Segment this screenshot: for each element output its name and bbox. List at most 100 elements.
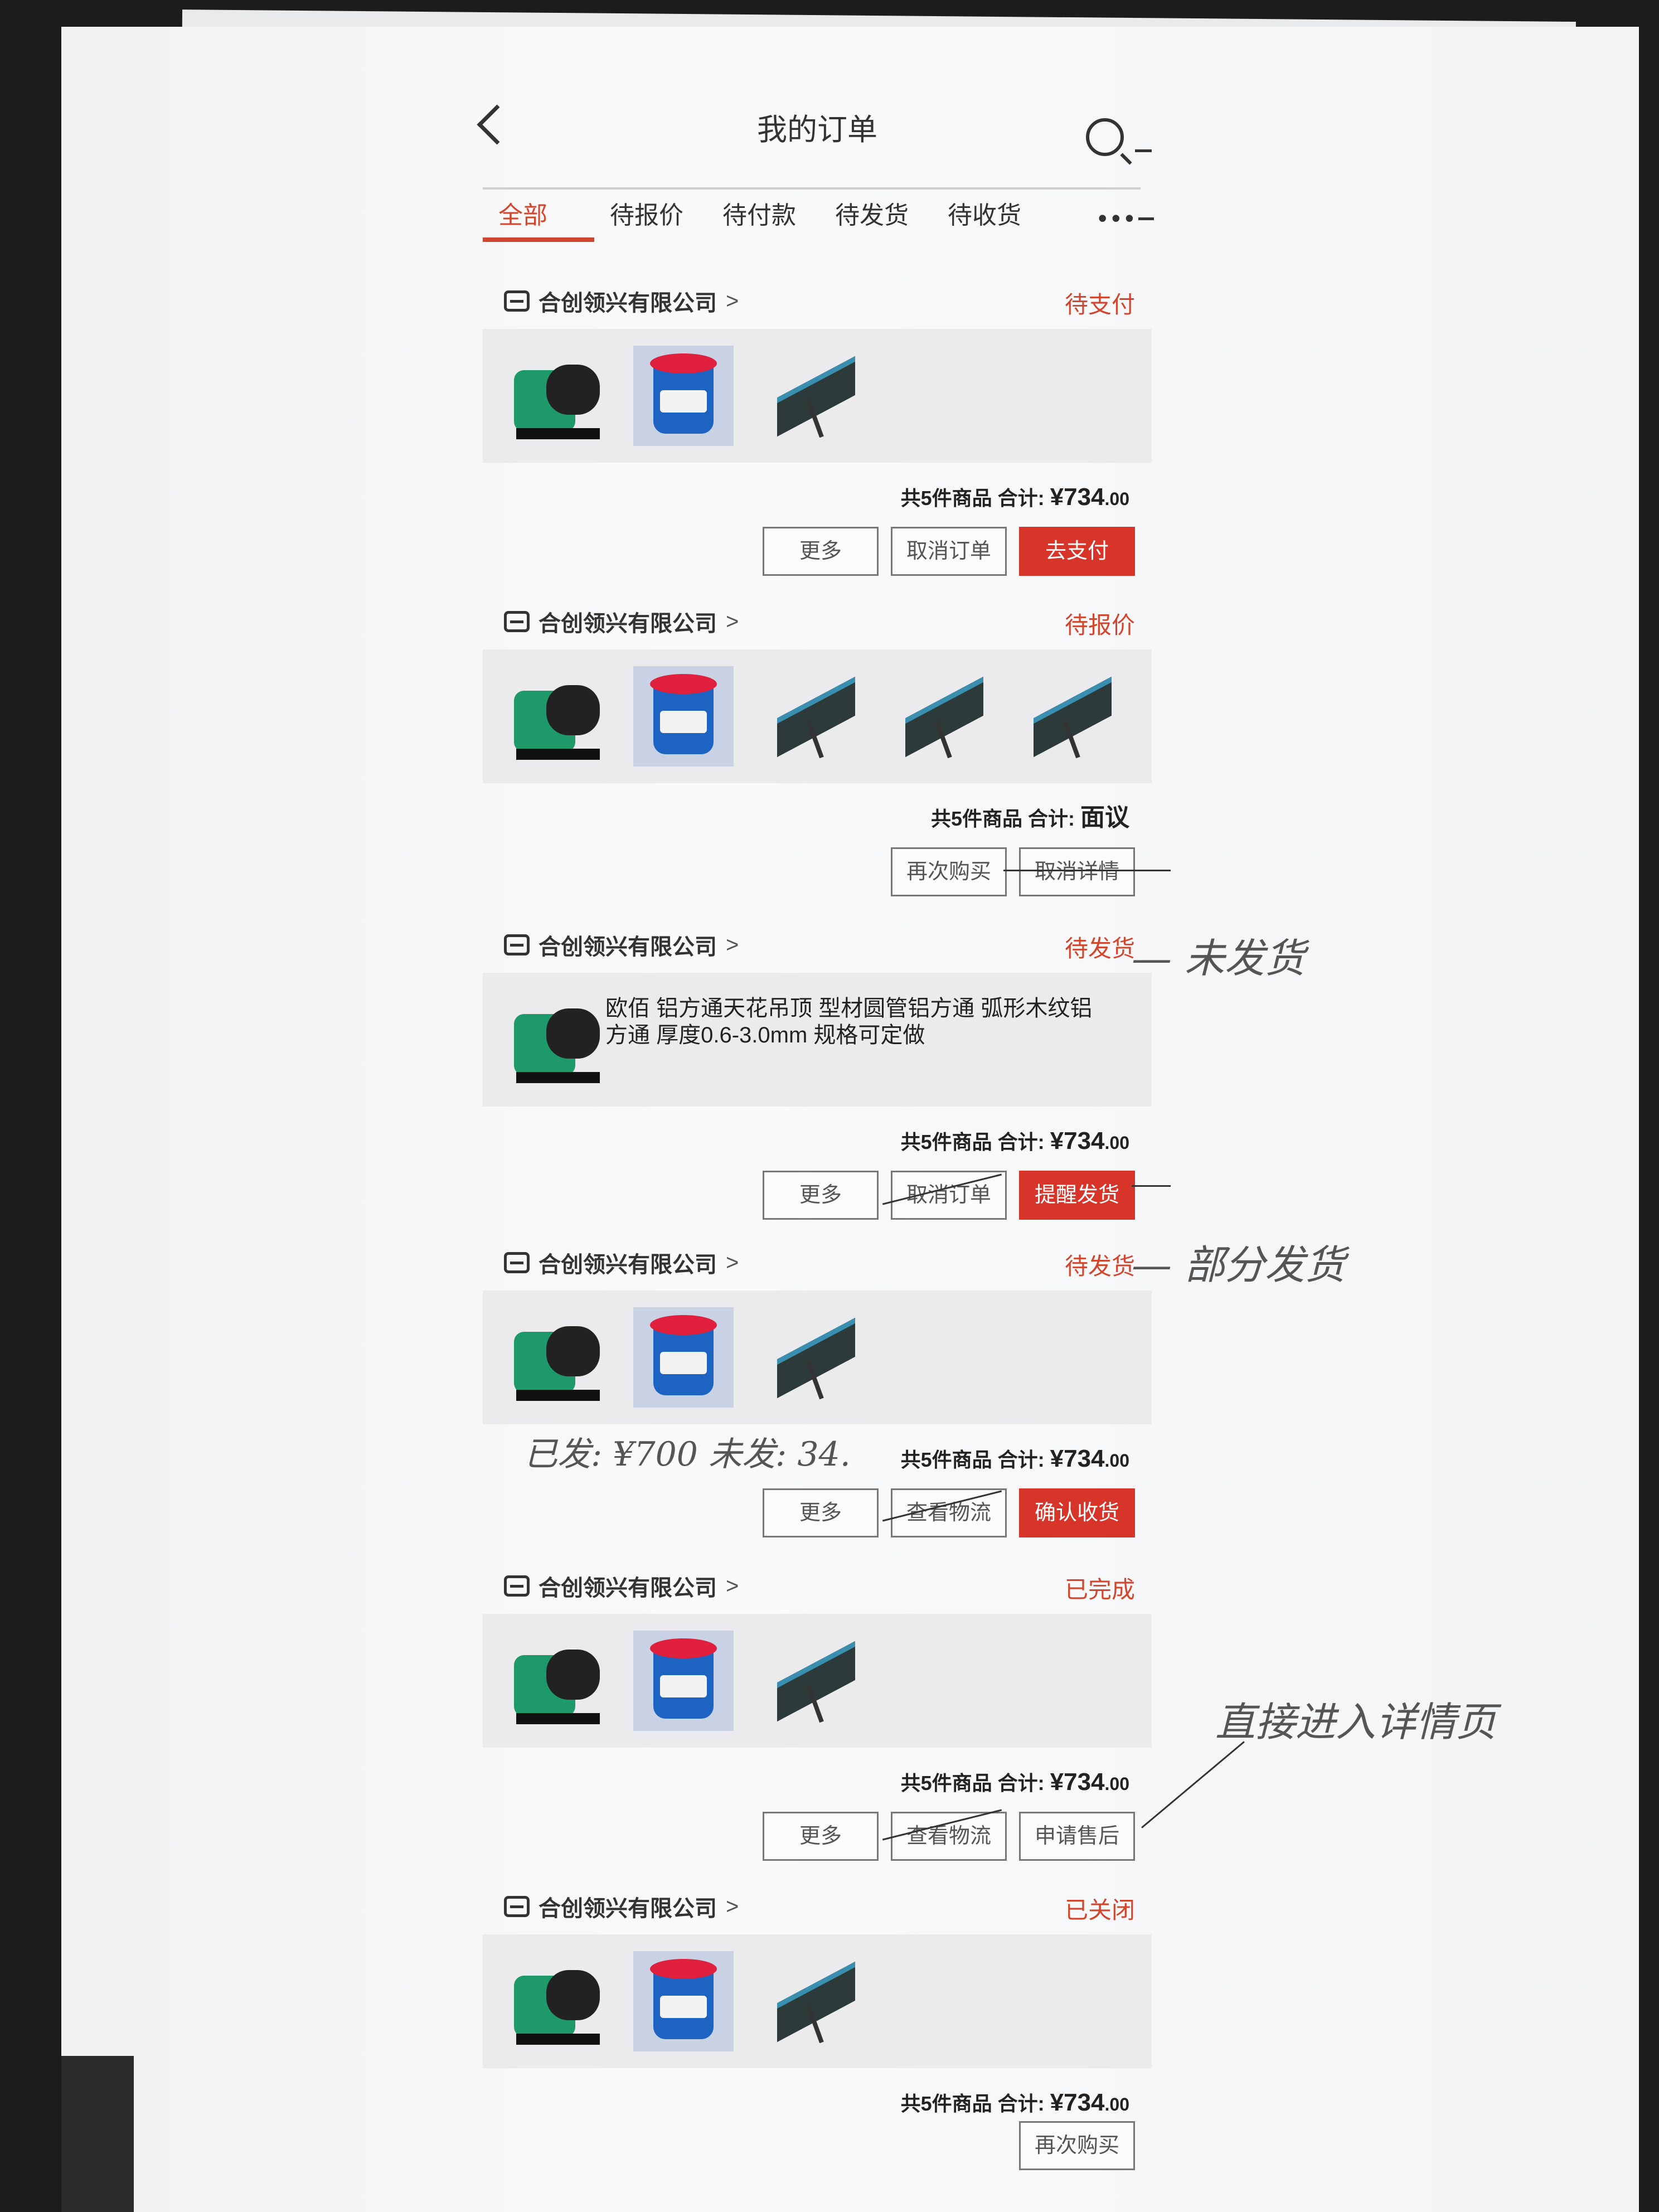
tabs-more-icon[interactable]: ••• xyxy=(1098,203,1138,233)
order-status: 待支付 xyxy=(1064,292,1135,318)
handwritten-note-not-shipped: — 未发货 xyxy=(1132,935,1305,982)
order-card: 合创领兴有限公司 > 待报价 共5件商品 合计: 面议 再次购买 取消详情 xyxy=(483,602,1152,914)
chevron-right-icon: > xyxy=(726,288,739,313)
view-logistics-button[interactable]: 查看物流 xyxy=(891,1812,1007,1861)
pump-thumbnail[interactable] xyxy=(505,346,605,446)
order-card: 合创领兴有限公司 > 已完成 共5件商品 合计: ¥734.00 更多 查看物流… xyxy=(483,1566,1152,1879)
store-icon xyxy=(504,1896,530,1917)
header-dash xyxy=(1135,149,1152,152)
after-sales-button[interactable]: 申请售后 xyxy=(1019,1812,1135,1861)
shop-link[interactable]: 合创领兴有限公司 > xyxy=(504,602,739,641)
cancel-details-button[interactable]: 取消详情 xyxy=(1019,847,1135,896)
store-icon xyxy=(504,1252,530,1273)
product-strip[interactable] xyxy=(483,1291,1152,1424)
product-strip[interactable] xyxy=(483,1614,1152,1748)
search-icon[interactable] xyxy=(1086,118,1124,156)
tab-all[interactable]: 全部 xyxy=(498,195,547,231)
order-card: 合创领兴有限公司 > 待支付 共5件商品 合计: ¥734.00 更多 取消订单… xyxy=(483,282,1152,599)
buy-again-button[interactable]: 再次购买 xyxy=(1019,2121,1135,2170)
order-status: 已关闭 xyxy=(1064,1897,1135,1923)
order-list-screen: 我的订单 全部 待报价 待付款 待发货 待收货 ••• 合创领兴有限公司 > 待… xyxy=(460,89,1174,2170)
more-button[interactable]: 更多 xyxy=(763,1171,879,1220)
handwritten-note-shipped-amount: 已发: ¥700 未发: 34. xyxy=(524,1435,851,1474)
pump-thumbnail[interactable] xyxy=(505,1307,605,1408)
order-card: 合创领兴有限公司 > 待发货 共5件商品 合计: ¥734.00 更多 查看物流… xyxy=(483,1243,1152,1555)
chevron-right-icon: > xyxy=(726,1894,739,1919)
store-icon xyxy=(504,934,530,955)
order-total: 共5件商品 合计: ¥734.00 xyxy=(900,1768,1129,1796)
order-total: 共5件商品 合计: ¥734.00 xyxy=(900,2089,1129,2116)
paint-bucket-thumbnail[interactable] xyxy=(633,1951,734,2051)
more-button[interactable]: 更多 xyxy=(763,1488,879,1537)
tab-pending-shipment[interactable]: 待发货 xyxy=(835,195,909,231)
product-strip[interactable] xyxy=(483,649,1152,783)
confirm-receipt-button[interactable]: 确认收货 xyxy=(1019,1488,1135,1537)
paint-bucket-thumbnail[interactable] xyxy=(633,1631,734,1731)
shop-name: 合创领兴有限公司 xyxy=(539,1253,717,1277)
product-strip[interactable]: 欧佰 铝方通天花吊顶 型材圆管铝方通 弧形木纹铝方通 厚度0.6-3.0mm 规… xyxy=(483,973,1152,1107)
pump-thumbnail[interactable] xyxy=(505,1631,605,1731)
handwritten-note-partial: — 部分发货 xyxy=(1132,1241,1345,1288)
shop-name: 合创领兴有限公司 xyxy=(539,935,717,959)
solar-heater-thumbnail[interactable] xyxy=(1018,666,1118,767)
paint-bucket-thumbnail[interactable] xyxy=(633,346,734,446)
order-status: 待报价 xyxy=(1064,612,1135,638)
shop-link[interactable]: 合创领兴有限公司 > xyxy=(504,1243,739,1282)
more-button[interactable]: 更多 xyxy=(763,1812,879,1861)
shop-name: 合创领兴有限公司 xyxy=(539,1576,717,1600)
active-tab-underline xyxy=(483,237,594,242)
chevron-right-icon: > xyxy=(726,609,739,634)
status-tabs: 全部 待报价 待付款 待发货 待收货 ••• xyxy=(460,190,1174,256)
annotation-line xyxy=(1132,1185,1171,1187)
product-strip[interactable] xyxy=(483,1934,1152,2068)
solar-heater-thumbnail[interactable] xyxy=(761,1951,862,2051)
remind-ship-button[interactable]: 提醒发货 xyxy=(1019,1171,1135,1220)
chevron-right-icon: > xyxy=(726,1250,739,1275)
order-status: 已完成 xyxy=(1064,1576,1135,1603)
solar-heater-thumbnail[interactable] xyxy=(761,346,862,446)
paint-bucket-thumbnail[interactable] xyxy=(633,1307,734,1408)
buy-again-button[interactable]: 再次购买 xyxy=(891,847,1007,896)
store-icon xyxy=(504,1575,530,1597)
cancel-order-button[interactable]: 取消订单 xyxy=(891,527,1007,576)
order-card: 合创领兴有限公司 > 已关闭 共5件商品 合计: ¥734.00 再次购买 xyxy=(483,1887,1152,2170)
solar-heater-thumbnail[interactable] xyxy=(890,666,990,767)
shop-name: 合创领兴有限公司 xyxy=(539,612,717,636)
order-status: 待发货 xyxy=(1064,935,1135,962)
solar-heater-thumbnail[interactable] xyxy=(761,666,862,767)
store-icon xyxy=(504,611,530,632)
tab-pending-receipt[interactable]: 待收货 xyxy=(948,195,1021,231)
shop-link[interactable]: 合创领兴有限公司 > xyxy=(504,1566,739,1605)
paper-corner-shadow xyxy=(61,2056,134,2212)
annotation-line xyxy=(1003,870,1171,871)
product-strip[interactable] xyxy=(483,329,1152,463)
shop-link[interactable]: 合创领兴有限公司 > xyxy=(504,1887,739,1926)
tab-pending-payment[interactable]: 待付款 xyxy=(722,195,796,231)
pump-thumbnail[interactable] xyxy=(505,1951,605,2051)
tabs-dash xyxy=(1138,217,1154,220)
chevron-right-icon: > xyxy=(726,1573,739,1598)
store-icon xyxy=(504,290,530,312)
more-button[interactable]: 更多 xyxy=(763,527,879,576)
order-status: 待发货 xyxy=(1064,1253,1135,1279)
pump-thumbnail[interactable] xyxy=(505,666,605,767)
order-total: 共5件商品 合计: ¥734.00 xyxy=(900,483,1129,511)
pay-button[interactable]: 去支付 xyxy=(1019,527,1135,576)
paint-bucket-thumbnail[interactable] xyxy=(633,666,734,767)
order-total: 共5件商品 合计: 面议 xyxy=(930,804,1129,831)
pump-thumbnail[interactable] xyxy=(505,989,605,1090)
tab-pending-quote[interactable]: 待报价 xyxy=(610,195,683,231)
order-total: 共5件商品 合计: ¥734.00 xyxy=(900,1445,1129,1472)
page-title: 我的订单 xyxy=(757,113,877,147)
product-description: 欧佰 铝方通天花吊顶 型材圆管铝方通 弧形木纹铝方通 厚度0.6-3.0mm 规… xyxy=(605,996,1093,1047)
shop-link[interactable]: 合创领兴有限公司 > xyxy=(504,282,739,321)
order-card: 合创领兴有限公司 > 待发货 欧佰 铝方通天花吊顶 型材圆管铝方通 弧形木纹铝方… xyxy=(483,925,1152,1238)
order-total: 共5件商品 合计: ¥734.00 xyxy=(900,1127,1129,1154)
chevron-right-icon: > xyxy=(726,932,739,957)
solar-heater-thumbnail[interactable] xyxy=(761,1307,862,1408)
nav-header: 我的订单 xyxy=(460,89,1174,156)
shop-name: 合创领兴有限公司 xyxy=(539,291,717,316)
shop-name: 合创领兴有限公司 xyxy=(539,1896,717,1921)
shop-link[interactable]: 合创领兴有限公司 > xyxy=(504,925,739,964)
solar-heater-thumbnail[interactable] xyxy=(761,1631,862,1731)
